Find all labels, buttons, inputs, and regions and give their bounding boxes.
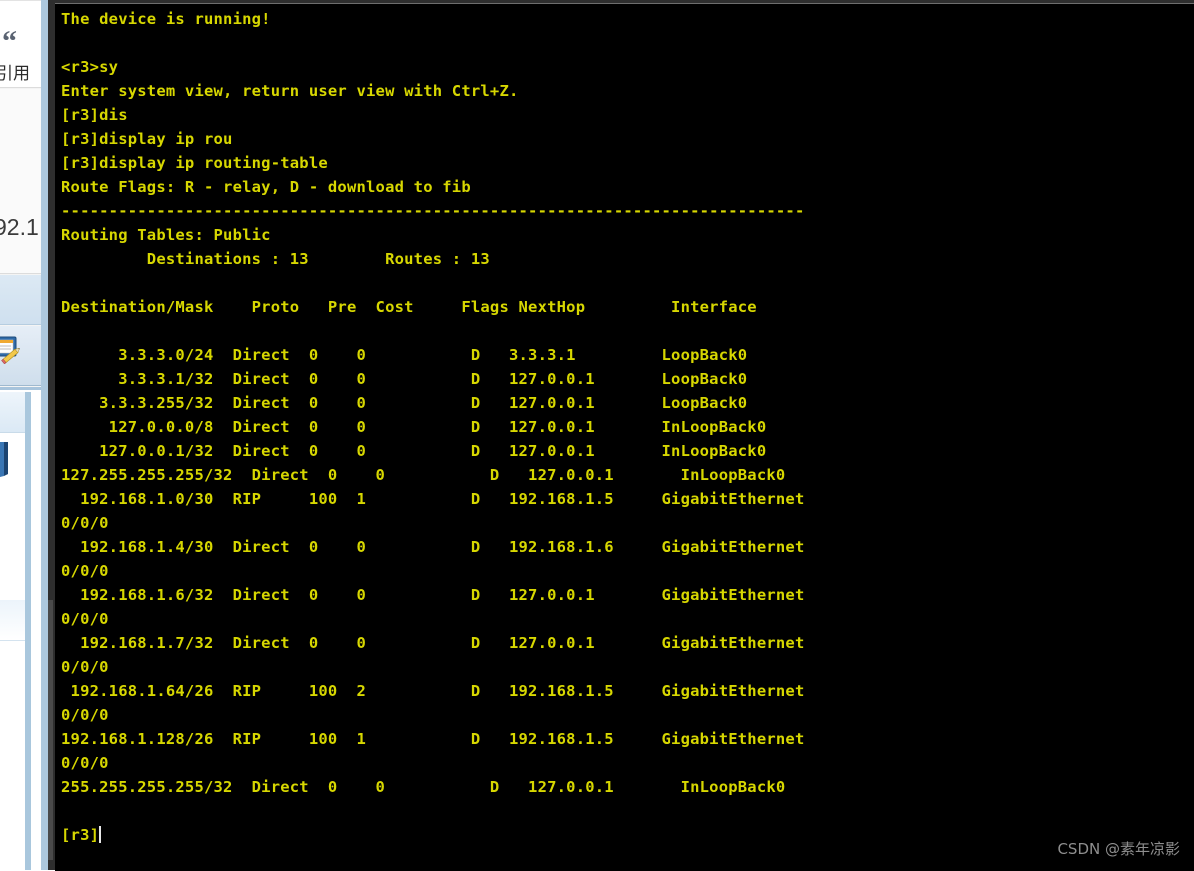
panel-rail-gap (31, 392, 41, 870)
panel-inner-subsection (0, 600, 26, 641)
quote-icon: “ (2, 25, 17, 58)
terminal-output: The device is running! <r3>sy Enter syst… (55, 4, 1194, 847)
panel-outer-rail (41, 0, 48, 870)
left-editor-panel: “ 引用 92.1 (0, 0, 52, 870)
folder-icon[interactable] (0, 440, 14, 480)
screenshot-root: “ 引用 92.1 The device is running! <r3>sy … (0, 0, 1194, 871)
terminal-cursor (99, 826, 102, 843)
note-edit-icon[interactable] (0, 334, 26, 364)
terminal-window[interactable]: The device is running! <r3>sy Enter syst… (55, 3, 1194, 871)
quote-card-label: 引用 (0, 64, 30, 84)
terminal-output-text: The device is running! <r3>sy Enter syst… (61, 10, 805, 844)
ip-text-fragment: 92.1 (0, 214, 39, 240)
terminal-scrollbar-thumb[interactable] (48, 600, 53, 860)
